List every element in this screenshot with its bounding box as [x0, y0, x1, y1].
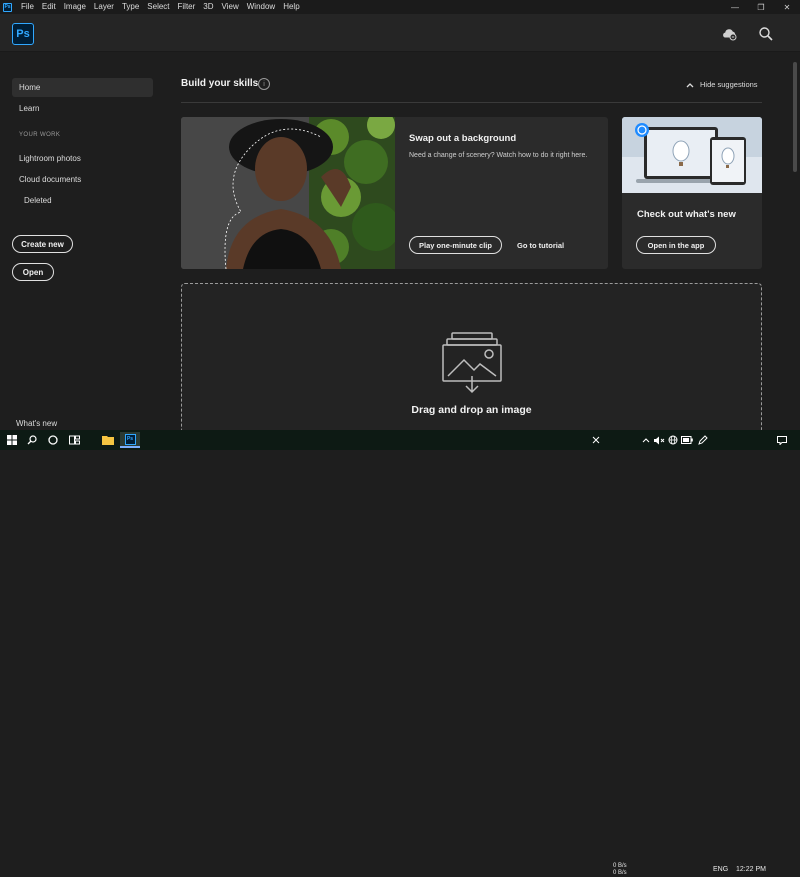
card-title-swap-background: Swap out a background	[409, 133, 517, 144]
net-up-speed: 0 B/s	[613, 863, 627, 869]
windows-taskbar: Ps 0 B/s 0 B/s ENG 12:22 PM	[0, 430, 800, 876]
photoshop-app-icon: Ps	[3, 2, 12, 12]
windows-start-icon[interactable]	[4, 432, 20, 448]
menu-filter[interactable]: Filter	[174, 0, 200, 14]
file-explorer-icon[interactable]	[100, 432, 116, 448]
menu-3d[interactable]: 3D	[199, 0, 217, 14]
home-header: Ps	[0, 14, 800, 52]
open-in-the-app-button[interactable]: Open in the app	[636, 236, 716, 254]
play-one-minute-clip-button[interactable]: Play one-minute clip	[409, 236, 502, 254]
network-speed: 0 B/s 0 B/s	[613, 863, 627, 877]
task-view-icon[interactable]	[66, 432, 82, 448]
menu-select[interactable]: Select	[143, 0, 173, 14]
restore-button[interactable]: ❐	[748, 0, 774, 14]
chevron-up-icon	[686, 82, 694, 87]
minimize-button[interactable]: —	[722, 0, 748, 14]
hide-suggestions-label: Hide suggestions	[700, 80, 758, 89]
scrollbar-thumb[interactable]	[793, 62, 797, 172]
sidebar-item-cloud-documents[interactable]: Cloud documents	[12, 170, 153, 189]
menu-layer[interactable]: Layer	[90, 0, 118, 14]
network-monitor-icon[interactable]	[588, 432, 604, 448]
menu-view[interactable]: View	[218, 0, 243, 14]
menu-bar: Ps File Edit Image Layer Type Select Fil…	[0, 0, 800, 14]
search-icon[interactable]	[758, 26, 774, 42]
hide-suggestions-toggle[interactable]: Hide suggestions	[686, 80, 758, 89]
sidebar-item-learn[interactable]: Learn	[12, 99, 153, 118]
input-language[interactable]: ENG	[713, 866, 728, 873]
whats-new-thumbnail[interactable]	[622, 117, 762, 193]
battery-icon[interactable]	[679, 432, 695, 448]
swap-background-card: Swap out a background Need a change of s…	[181, 117, 608, 269]
build-your-skills-title: Build your skills	[181, 78, 259, 89]
close-button[interactable]: ✕	[774, 0, 800, 14]
card-title-whats-new: Check out what's new	[637, 209, 736, 220]
sidebar-item-lightroom-photos[interactable]: Lightroom photos	[12, 149, 153, 168]
menu-edit[interactable]: Edit	[38, 0, 60, 14]
menu-file[interactable]: File	[17, 0, 38, 14]
menu-type[interactable]: Type	[118, 0, 143, 14]
open-button[interactable]: Open	[12, 263, 54, 281]
notifications-icon[interactable]	[774, 432, 790, 448]
menu-window[interactable]: Window	[243, 0, 279, 14]
cortana-icon[interactable]	[45, 432, 61, 448]
menu-image[interactable]: Image	[60, 0, 90, 14]
drag-and-drop-title: Drag and drop an image	[411, 404, 532, 416]
section-divider	[181, 102, 762, 103]
menu-help[interactable]: Help	[279, 0, 303, 14]
pen-icon[interactable]	[695, 432, 711, 448]
clock-time[interactable]: 12:22 PM	[736, 866, 766, 873]
go-to-tutorial-link[interactable]: Go to tutorial	[517, 241, 564, 250]
card-description-swap-background: Need a change of scenery? Watch how to d…	[409, 152, 588, 159]
info-icon[interactable]: i	[258, 78, 270, 90]
search-icon[interactable]	[24, 432, 40, 448]
drop-image-icon	[442, 332, 502, 399]
sidebar-heading-your-work: YOUR WORK	[19, 132, 61, 138]
photoshop-taskbar-icon[interactable]: Ps	[120, 432, 140, 448]
cloud-sync-icon[interactable]	[721, 26, 737, 42]
whats-new-card: Check out what's new Open in the app	[622, 117, 762, 269]
tutorial-thumbnail[interactable]	[181, 117, 400, 269]
photoshop-logo[interactable]: Ps	[12, 23, 34, 45]
sidebar-item-deleted[interactable]: Deleted	[17, 191, 158, 210]
sidebar-item-home[interactable]: Home	[12, 78, 153, 97]
create-new-button[interactable]: Create new	[12, 235, 73, 253]
net-down-speed: 0 B/s	[613, 870, 627, 876]
